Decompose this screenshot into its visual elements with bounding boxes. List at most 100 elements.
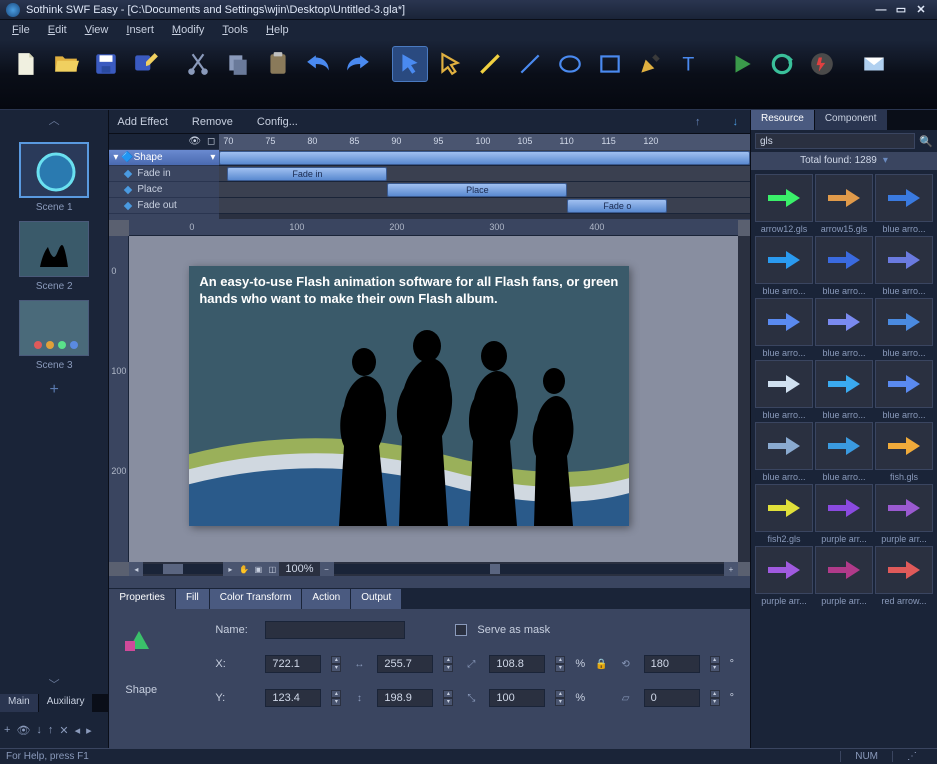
chevron-down-icon[interactable]: ▾	[883, 152, 888, 170]
scroll-left-button[interactable]: ◂	[129, 562, 143, 576]
rotate-input[interactable]	[644, 655, 700, 673]
rect-tool[interactable]	[592, 46, 628, 82]
scene-item-2[interactable]: Scene 2	[0, 221, 108, 292]
tab-fill[interactable]: Fill	[176, 589, 210, 609]
resource-item[interactable]: fish2.gls	[755, 484, 813, 544]
eye-icon[interactable]: 👁	[16, 724, 30, 737]
tab-main[interactable]: Main	[0, 694, 39, 712]
cut-button[interactable]	[180, 46, 216, 82]
close-button[interactable]: ✕	[911, 3, 931, 17]
line-tool[interactable]	[512, 46, 548, 82]
open-button[interactable]	[48, 46, 84, 82]
effect-up-arrow[interactable]: ↑	[691, 116, 705, 128]
oval-tool[interactable]	[552, 46, 588, 82]
tab-action[interactable]: Action	[302, 589, 351, 609]
flash-button[interactable]	[804, 46, 840, 82]
scene-item-1[interactable]: Scene 1	[0, 142, 108, 213]
menu-tools[interactable]: Tools	[214, 22, 256, 38]
minimize-button[interactable]: —	[871, 3, 891, 17]
tab-auxiliary[interactable]: Auxiliary	[39, 694, 94, 712]
resource-item[interactable]: blue arro...	[755, 422, 813, 482]
tab-properties[interactable]: Properties	[109, 589, 176, 609]
resource-item[interactable]: red arrow...	[875, 546, 933, 606]
scenes-scroll-down[interactable]: ﹀	[0, 674, 108, 694]
add-effect-button[interactable]: Add Effect	[117, 116, 168, 128]
skew-input[interactable]	[644, 689, 700, 707]
resource-item[interactable]: blue arro...	[755, 360, 813, 420]
resource-item[interactable]: arrow15.gls	[815, 174, 873, 234]
paste-button[interactable]	[260, 46, 296, 82]
layer-fadeout[interactable]: Fade out	[109, 198, 219, 214]
arrow-tool[interactable]	[392, 46, 428, 82]
tab-component[interactable]: Component	[815, 110, 888, 130]
status-resize-grip[interactable]: ⋰	[892, 751, 931, 762]
resource-item[interactable]: blue arro...	[815, 360, 873, 420]
scene-item-3[interactable]: Scene 3	[0, 300, 108, 371]
search-icon[interactable]: 🔍	[919, 135, 933, 148]
subselect-tool[interactable]	[432, 46, 468, 82]
zoom-fit-button[interactable]: ▣	[251, 562, 265, 576]
menu-view[interactable]: View	[77, 22, 117, 38]
save-button[interactable]	[88, 46, 124, 82]
width-input[interactable]	[377, 655, 433, 673]
resource-item[interactable]: blue arro...	[815, 236, 873, 296]
redo-button[interactable]	[340, 46, 376, 82]
track-shape-bar[interactable]	[219, 151, 750, 165]
eye-icon[interactable]: 👁	[188, 136, 201, 147]
mask-checkbox[interactable]	[455, 624, 467, 636]
track-fadein-bar[interactable]: Fade in	[227, 167, 387, 181]
x-input[interactable]	[265, 655, 321, 673]
track-fadeout-bar[interactable]: Fade o	[567, 199, 667, 213]
resource-item[interactable]: purple arr...	[815, 484, 873, 544]
menu-edit[interactable]: Edit	[40, 22, 75, 38]
h-spinner[interactable]: ▴▾	[443, 690, 453, 706]
menu-file[interactable]: File	[4, 22, 38, 38]
stage[interactable]: An easy-to-use Flash animation software …	[189, 266, 629, 526]
text-tool[interactable]: T	[672, 46, 708, 82]
menu-insert[interactable]: Insert	[118, 22, 162, 38]
scaley-input[interactable]	[489, 689, 545, 707]
tab-resource[interactable]: Resource	[751, 110, 815, 130]
sy-spinner[interactable]: ▴▾	[555, 690, 565, 706]
canvas-view[interactable]: An easy-to-use Flash animation software …	[129, 236, 738, 562]
zoom-in-button[interactable]: +	[724, 562, 738, 576]
resource-item[interactable]: blue arro...	[875, 174, 933, 234]
resource-item[interactable]: blue arro...	[875, 236, 933, 296]
hand-tool-button[interactable]: ✋	[237, 562, 251, 576]
menu-help[interactable]: Help	[258, 22, 297, 38]
skew-spinner[interactable]: ▴▾	[710, 690, 720, 706]
zoom-slider-thumb[interactable]	[490, 564, 500, 574]
resource-item[interactable]: purple arr...	[875, 484, 933, 544]
resource-item[interactable]: fish.gls	[875, 422, 933, 482]
move-down-icon[interactable]: ↓	[36, 724, 42, 736]
delete-icon[interactable]: ✕	[59, 724, 68, 737]
add-icon[interactable]: +	[4, 724, 10, 736]
layer-place[interactable]: Place	[109, 182, 219, 198]
zoom-out-button[interactable]: −	[320, 562, 334, 576]
resource-item[interactable]: blue arro...	[815, 422, 873, 482]
vertical-scrollbar[interactable]	[738, 236, 750, 562]
add-scene-button[interactable]: +	[0, 381, 108, 399]
move-up-icon[interactable]: ↑	[48, 724, 54, 736]
zoom-all-button[interactable]: ◫	[265, 562, 279, 576]
height-input[interactable]	[377, 689, 433, 707]
save-as-button[interactable]	[128, 46, 164, 82]
scroll-right-button[interactable]: ▸	[223, 562, 237, 576]
pen-tool[interactable]	[632, 46, 668, 82]
resource-item[interactable]: blue arro...	[875, 298, 933, 358]
w-spinner[interactable]: ▴▾	[443, 656, 453, 672]
track-place-bar[interactable]: Place	[387, 183, 567, 197]
prev-icon[interactable]: ◂	[75, 724, 81, 737]
loop-button[interactable]	[764, 46, 800, 82]
layer-shape[interactable]: ▾ 🔷 Shape ▾	[109, 150, 219, 166]
play-button[interactable]	[724, 46, 760, 82]
h-scroll-thumb[interactable]	[163, 564, 183, 574]
lock-icon[interactable]: ◻	[207, 136, 215, 147]
timeline-tracks[interactable]: 707580859095100105110115120 Fade in Plac…	[219, 134, 750, 219]
y-spinner[interactable]: ▴▾	[331, 690, 341, 706]
pencil-tool[interactable]	[472, 46, 508, 82]
resource-item[interactable]: blue arro...	[815, 298, 873, 358]
resource-item[interactable]: blue arro...	[875, 360, 933, 420]
scenes-scroll-up[interactable]: ︿	[0, 110, 108, 130]
tab-color-transform[interactable]: Color Transform	[210, 589, 303, 609]
